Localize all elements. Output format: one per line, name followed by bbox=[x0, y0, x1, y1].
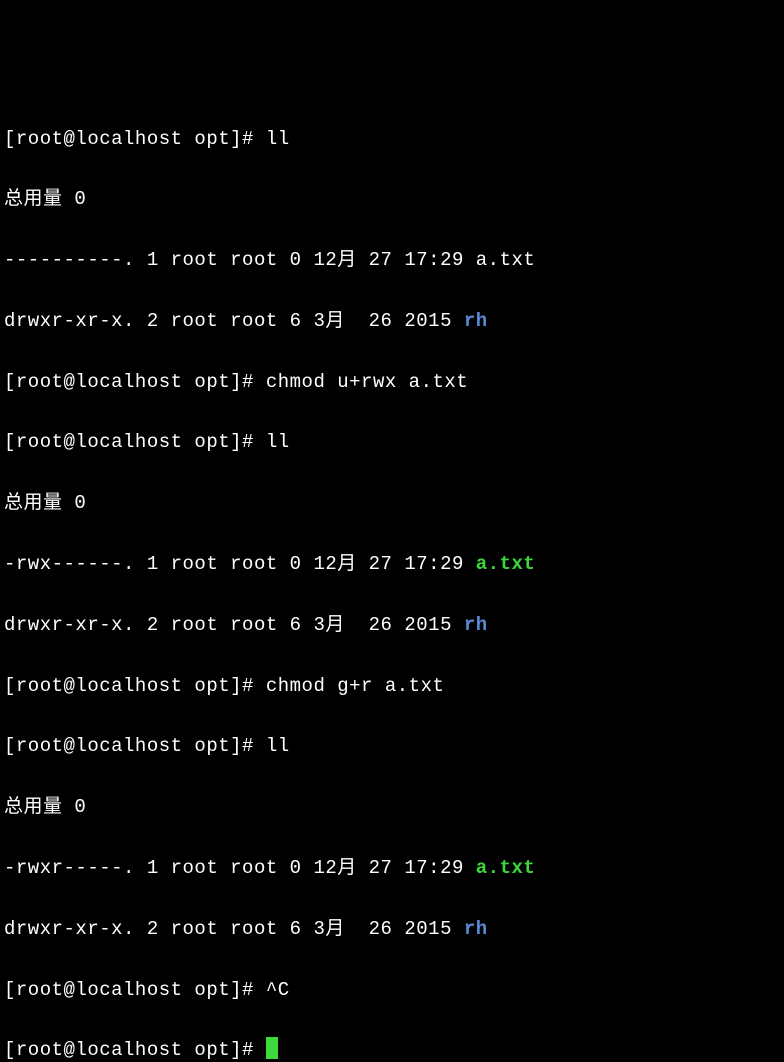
dir-entry: drwxr-xr-x. 2 root root 6 3月 26 2015 rh bbox=[4, 306, 780, 336]
dir-details: drwxr-xr-x. 2 root root 6 3月 26 2015 bbox=[4, 310, 464, 332]
dir-name-link: rh bbox=[464, 918, 488, 940]
terminal-line[interactable]: [root@localhost opt]# ll bbox=[4, 124, 780, 154]
dir-name-link: rh bbox=[464, 614, 488, 636]
file-details: -rwx------. 1 root root 0 12月 27 17:29 bbox=[4, 553, 476, 575]
terminal-line[interactable]: [root@localhost opt]# ^C bbox=[4, 975, 780, 1005]
file-entry: -rwx------. 1 root root 0 12月 27 17:29 a… bbox=[4, 549, 780, 579]
terminal-line[interactable]: [root@localhost opt]# chmod g+r a.txt bbox=[4, 671, 780, 701]
command-text: ^C bbox=[266, 979, 290, 1001]
dir-details: drwxr-xr-x. 2 root root 6 3月 26 2015 bbox=[4, 918, 464, 940]
dir-entry: drwxr-xr-x. 2 root root 6 3月 26 2015 rh bbox=[4, 914, 780, 944]
shell-prompt: [root@localhost opt]# bbox=[4, 371, 266, 393]
shell-prompt: [root@localhost opt]# bbox=[4, 675, 266, 697]
total-label: 总用量 0 bbox=[4, 492, 86, 514]
terminal-line[interactable]: [root@localhost opt]# ll bbox=[4, 427, 780, 457]
dir-name-link: rh bbox=[464, 310, 488, 332]
command-text: ll bbox=[266, 431, 290, 453]
terminal-output: 总用量 0 bbox=[4, 184, 780, 214]
dir-entry: drwxr-xr-x. 2 root root 6 3月 26 2015 rh bbox=[4, 610, 780, 640]
shell-prompt: [root@localhost opt]# bbox=[4, 128, 266, 150]
executable-file-name: a.txt bbox=[476, 553, 536, 575]
cursor-icon bbox=[266, 1037, 278, 1059]
terminal-line[interactable]: [root@localhost opt]# ll bbox=[4, 731, 780, 761]
terminal-output: 总用量 0 bbox=[4, 488, 780, 518]
shell-prompt: [root@localhost opt]# bbox=[4, 979, 266, 1001]
total-label: 总用量 0 bbox=[4, 188, 86, 210]
executable-file-name: a.txt bbox=[476, 857, 536, 879]
terminal-output: 总用量 0 bbox=[4, 792, 780, 822]
terminal-line[interactable]: [root@localhost opt]# bbox=[4, 1035, 780, 1062]
terminal-line[interactable]: [root@localhost opt]# chmod u+rwx a.txt bbox=[4, 367, 780, 397]
file-entry: ----------. 1 root root 0 12月 27 17:29 a… bbox=[4, 245, 780, 275]
shell-prompt: [root@localhost opt]# bbox=[4, 431, 266, 453]
shell-prompt: [root@localhost opt]# bbox=[4, 735, 266, 757]
command-text: chmod u+rwx a.txt bbox=[266, 371, 468, 393]
file-details: -rwxr-----. 1 root root 0 12月 27 17:29 bbox=[4, 857, 476, 879]
command-text: chmod g+r a.txt bbox=[266, 675, 445, 697]
file-details: ----------. 1 root root 0 12月 27 17:29 a… bbox=[4, 249, 535, 271]
command-text: ll bbox=[266, 735, 290, 757]
file-entry: -rwxr-----. 1 root root 0 12月 27 17:29 a… bbox=[4, 853, 780, 883]
command-text: ll bbox=[266, 128, 290, 150]
dir-details: drwxr-xr-x. 2 root root 6 3月 26 2015 bbox=[4, 614, 464, 636]
shell-prompt: [root@localhost opt]# bbox=[4, 1039, 266, 1061]
total-label: 总用量 0 bbox=[4, 796, 86, 818]
